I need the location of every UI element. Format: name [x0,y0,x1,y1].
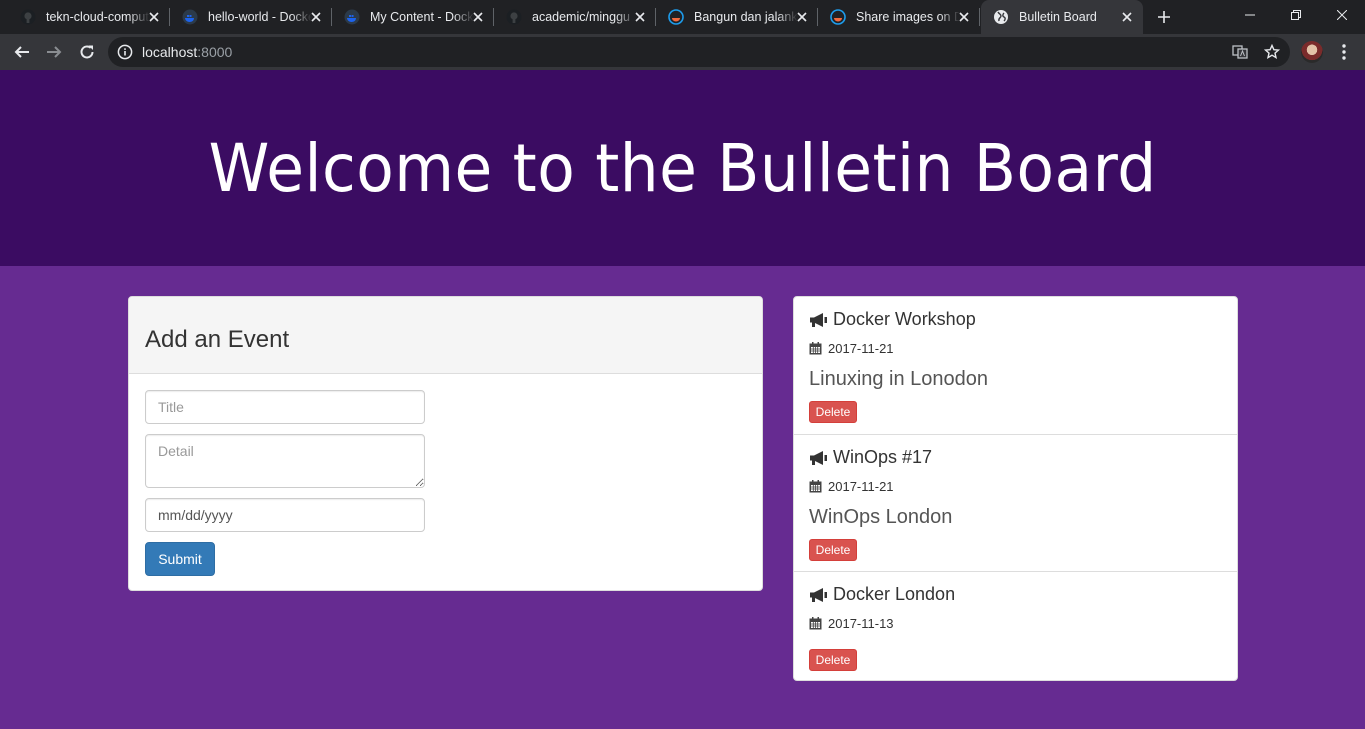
page-title: Welcome to the Bulletin Board [208,129,1157,207]
browser-tab[interactable]: tekn-cloud-computing [8,0,170,34]
event-date: 2017-11-21 [828,341,894,356]
address-bar[interactable]: localhost:8000 [108,37,1290,67]
calendar-icon [809,617,822,630]
add-event-heading: Add an Event [145,326,290,353]
browser-tab[interactable]: My Content - Docker Hub [332,0,494,34]
event-item: Docker Workshop 2017-11-21 Linuxing in L… [794,297,1237,435]
close-tab-icon[interactable] [794,9,810,25]
tab-title: Bulletin Board [1019,10,1097,24]
event-item: Docker London 2017-11-13 Delete [794,572,1237,680]
more-menu-icon[interactable] [1336,42,1352,62]
event-title: Docker London [833,584,956,604]
browser-tab[interactable]: Share images on Docker [818,0,980,34]
event-title: Docker Workshop [833,309,976,329]
profile-avatar[interactable] [1301,41,1323,63]
restore-button[interactable] [1273,0,1319,30]
docker-icon [830,9,846,25]
tab-title: hello-world - Docker Hub [208,10,312,24]
info-icon[interactable] [117,44,133,60]
event-detail: Linuxing in Lonodon [809,368,989,390]
browser-tab[interactable]: academic/minggu [494,0,656,34]
minimize-button[interactable] [1227,0,1273,30]
tab-title: Bangun dan jalankan [694,10,798,24]
github-icon [20,9,36,25]
docker-icon [668,9,684,25]
tab-title: tekn-cloud-computing [46,10,150,24]
date-input-placeholder: mm/dd/yyyy [158,507,233,523]
close-tab-icon[interactable] [146,9,162,25]
event-title-row: Docker Workshop [809,309,976,330]
page-header: Welcome to the Bulletin Board [0,70,1365,266]
event-date-row: 2017-11-21 [809,341,894,356]
close-window-button[interactable] [1319,0,1365,30]
reload-button[interactable] [73,38,101,66]
add-event-panel: Add an Event mm/dd/yyyy Submit [128,296,763,591]
event-title: WinOps #17 [833,447,933,467]
date-input[interactable]: mm/dd/yyyy [145,498,425,532]
minimize-icon [1245,14,1255,16]
bullhorn-icon [810,587,827,602]
event-item: WinOps #17 2017-11-21 WinOps London Dele… [794,435,1237,572]
close-tab-icon[interactable] [632,9,648,25]
browser-toolbar: localhost:8000 [0,34,1365,70]
browser-tabstrip: tekn-cloud-computing hello-world - Docke… [0,0,1365,34]
calendar-icon [809,480,822,493]
browser-tab[interactable]: Bangun dan jalankan [656,0,818,34]
event-date: 2017-11-13 [828,616,894,631]
events-list-panel: Docker Workshop 2017-11-21 Linuxing in L… [793,296,1238,681]
github-icon [506,9,522,25]
translate-icon[interactable] [1232,44,1248,60]
tab-title: academic/minggu [532,10,630,24]
globe-icon [994,10,1008,24]
delete-button[interactable]: Delete [809,401,857,423]
back-button[interactable] [8,38,36,66]
event-date-row: 2017-11-13 [809,616,894,631]
bookmark-star-icon[interactable] [1264,44,1280,60]
reload-icon [80,45,94,59]
address-url: localhost:8000 [142,44,232,60]
calendar-icon [809,342,822,355]
submit-button[interactable]: Submit [145,542,215,576]
bullhorn-icon [810,450,827,465]
close-tab-icon[interactable] [1119,9,1135,25]
tab-title: Share images on Docker [856,10,960,24]
restore-icon [1291,10,1301,20]
url-port: :8000 [197,44,233,60]
page-viewport: Welcome to the Bulletin Board Add an Eve… [0,70,1365,729]
plus-icon [1158,11,1170,23]
delete-button[interactable]: Delete [809,539,857,561]
docker-icon [344,9,360,25]
title-input[interactable] [145,390,425,424]
event-title-row: Docker London [809,584,955,605]
close-tab-icon[interactable] [470,9,486,25]
forward-button[interactable] [40,38,68,66]
add-event-panel-header: Add an Event [129,297,762,374]
docker-icon [182,9,198,25]
event-detail: WinOps London [809,506,953,528]
close-tab-icon[interactable] [308,9,324,25]
close-icon [1337,10,1347,20]
close-tab-icon[interactable] [956,9,972,25]
browser-tab[interactable]: hello-world - Docker Hub [170,0,332,34]
bullhorn-icon [810,312,827,327]
arrow-right-icon [47,46,62,58]
browser-tab-active[interactable]: Bulletin Board [981,0,1143,34]
event-title-row: WinOps #17 [809,447,932,468]
detail-input[interactable] [145,434,425,488]
event-date: 2017-11-21 [828,479,894,494]
arrow-left-icon [14,46,29,58]
new-tab-button[interactable] [1152,5,1176,29]
url-host: localhost [142,44,198,60]
tab-title: My Content - Docker Hub [370,10,474,24]
delete-button[interactable]: Delete [809,649,857,671]
event-date-row: 2017-11-21 [809,479,894,494]
